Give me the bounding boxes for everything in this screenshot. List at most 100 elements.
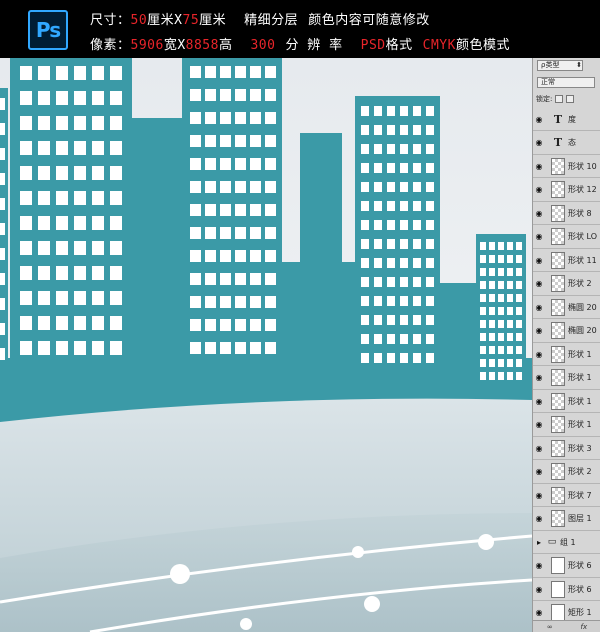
building-window [374, 201, 382, 211]
visibility-eye-icon[interactable]: ◉ [533, 256, 545, 265]
kind-filter-label: ρ类型 [541, 60, 560, 69]
building-tower [182, 58, 282, 388]
layer-row[interactable]: ◉ 椭圆 20 [533, 319, 600, 343]
layer-row[interactable]: ◉ 形状 1 [533, 413, 600, 437]
light-dot [478, 534, 494, 550]
layer-row[interactable]: ◉ 形状 3 [533, 437, 600, 460]
layer-row[interactable]: ◉ 图层 1 [533, 507, 600, 531]
building-window [190, 227, 201, 239]
building-window [374, 277, 382, 287]
building-window [265, 273, 276, 285]
building-window [110, 216, 122, 230]
building-window [74, 141, 86, 155]
format-value: PSD [360, 38, 386, 53]
visibility-eye-icon[interactable]: ◉ [533, 350, 545, 359]
building-window [361, 220, 369, 230]
visibility-eye-icon[interactable]: ◉ [533, 162, 545, 171]
layer-kind-filter[interactable]: ρ类型 ⬍ [533, 58, 600, 72]
building-window [220, 158, 231, 170]
blend-mode-select[interactable]: 正常 [533, 75, 600, 89]
building-window [413, 296, 421, 306]
building-window [20, 316, 32, 330]
layer-row[interactable]: ◉ 形状 LO [533, 225, 600, 249]
visibility-eye-icon[interactable]: ◉ [533, 491, 545, 500]
building-window [387, 353, 395, 363]
layer-row[interactable]: ◉ 形状 2 [533, 460, 600, 484]
visibility-eye-icon[interactable]: ◉ [533, 514, 545, 523]
building-window [265, 66, 276, 78]
building-window [413, 315, 421, 325]
layer-name: 形状 2 [568, 467, 592, 476]
building-window [190, 319, 201, 331]
layer-row[interactable]: ▸ ▭ 组 1 [533, 531, 600, 554]
layer-row[interactable]: ◉ 形状 6 [533, 578, 600, 601]
group-expand-icon[interactable]: ▸ [533, 538, 545, 547]
visibility-eye-icon[interactable]: ◉ [533, 303, 545, 312]
building-window [0, 323, 5, 335]
building-window [489, 268, 495, 276]
fx-icon[interactable]: fx [580, 623, 587, 631]
building-window [374, 353, 382, 363]
building-window [74, 216, 86, 230]
layer-row[interactable]: ◉ 形状 10 [533, 155, 600, 178]
layer-row[interactable]: ◉ 椭圆 20 [533, 296, 600, 319]
lock-row: 锁定: [533, 92, 600, 106]
building-window [250, 319, 261, 331]
visibility-eye-icon[interactable]: ◉ [533, 115, 545, 124]
building-window [20, 266, 32, 280]
layer-row[interactable]: ◉ 形状 6 [533, 554, 600, 578]
building-window [480, 255, 486, 263]
building-window [400, 353, 408, 363]
layer-row[interactable]: ◉ 形状 1 [533, 343, 600, 366]
layer-row[interactable]: ◉ 形状 12 [533, 178, 600, 202]
visibility-eye-icon[interactable]: ◉ [533, 397, 545, 406]
building-window [374, 144, 382, 154]
building-window [361, 163, 369, 173]
building-window [56, 341, 68, 355]
layer-row[interactable]: ◉ T 度 [533, 108, 600, 131]
building-window [413, 125, 421, 135]
layer-name: 形状 LO [568, 232, 598, 241]
lock-pixels-icon[interactable] [566, 95, 575, 103]
layer-row[interactable]: ◉ 形状 2 [533, 272, 600, 296]
building-window [56, 66, 68, 80]
building-window [20, 216, 32, 230]
visibility-eye-icon[interactable]: ◉ [533, 138, 545, 147]
visibility-eye-icon[interactable]: ◉ [533, 585, 545, 594]
layer-thumbnail [551, 392, 565, 410]
building-window [92, 291, 104, 305]
building-window [190, 89, 201, 101]
visibility-eye-icon[interactable]: ◉ [533, 326, 545, 335]
visibility-eye-icon[interactable]: ◉ [533, 209, 545, 218]
building-window [361, 182, 369, 192]
lock-transparency-icon[interactable] [555, 95, 564, 103]
visibility-eye-icon[interactable]: ◉ [533, 185, 545, 194]
building-window [205, 319, 216, 331]
visibility-eye-icon[interactable]: ◉ [533, 608, 545, 617]
layer-row[interactable]: ◉ 形状 1 [533, 366, 600, 390]
layer-row[interactable]: ◉ 形状 8 [533, 202, 600, 225]
link-icon[interactable]: ∞ [547, 623, 553, 631]
layer-row[interactable]: ◉ 形状 1 [533, 390, 600, 413]
visibility-eye-icon[interactable]: ◉ [533, 420, 545, 429]
light-dot [240, 618, 252, 630]
building-window [387, 144, 395, 154]
building-window [220, 250, 231, 262]
building-window [38, 116, 50, 130]
document-canvas[interactable] [0, 58, 532, 632]
visibility-eye-icon[interactable]: ◉ [533, 373, 545, 382]
layer-row[interactable]: ◉ 形状 7 [533, 484, 600, 507]
visibility-eye-icon[interactable]: ◉ [533, 279, 545, 288]
visibility-eye-icon[interactable]: ◉ [533, 467, 545, 476]
building-window [361, 239, 369, 249]
visibility-eye-icon[interactable]: ◉ [533, 444, 545, 453]
building-window [220, 112, 231, 124]
layer-row[interactable]: ◉ 形状 11 [533, 249, 600, 272]
building-window [92, 266, 104, 280]
layer-name: 度 [568, 114, 576, 124]
visibility-eye-icon[interactable]: ◉ [533, 561, 545, 570]
visibility-eye-icon[interactable]: ◉ [533, 232, 545, 241]
layer-row[interactable]: ◉ T 态 [533, 131, 600, 155]
building-window [220, 89, 231, 101]
layer-thumbnail [551, 439, 565, 457]
